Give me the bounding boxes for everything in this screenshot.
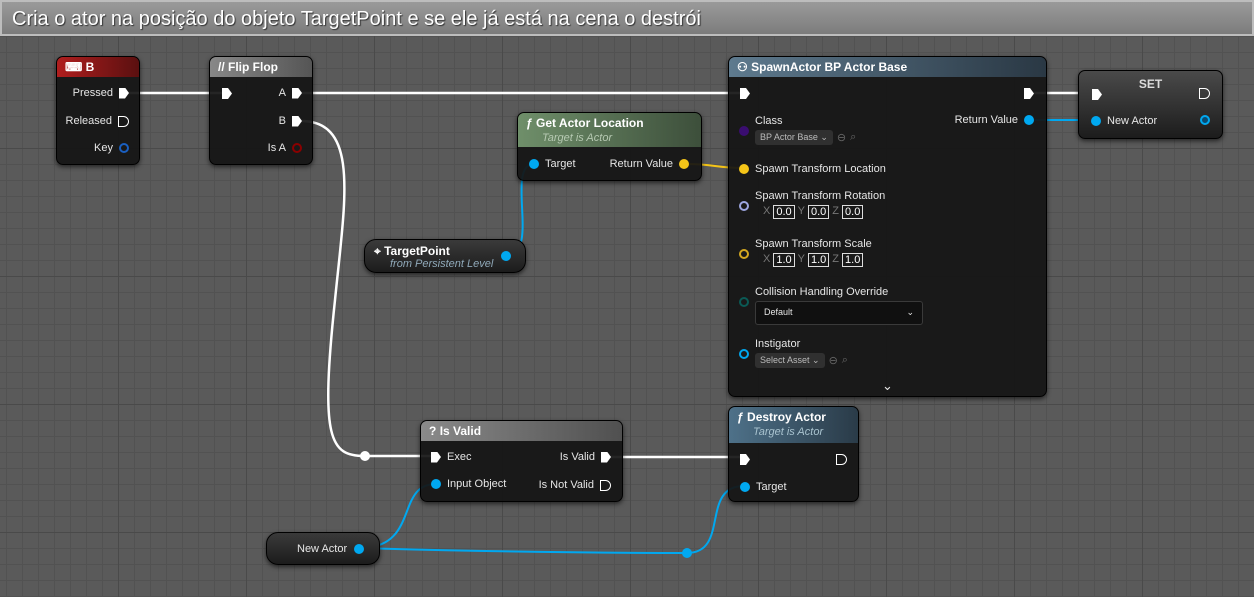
destroy-actor-node[interactable]: ƒ Destroy Actor Target is Actor Target: [728, 406, 859, 502]
new-actor-get-node[interactable]: New Actor: [266, 532, 380, 565]
spawn-icon: ⚇: [737, 60, 748, 74]
reroute-exec: [360, 451, 370, 461]
pin-label: Is Valid: [559, 451, 595, 463]
exec-pin-in[interactable]: [740, 88, 750, 99]
pin-label: A: [278, 87, 286, 99]
pin-label: Return Value: [609, 158, 673, 170]
pin-label: New Actor: [1107, 115, 1158, 127]
wires: [127, 91, 1093, 558]
pin-label: Target: [756, 481, 787, 493]
collision-dropdown[interactable]: Default ⌄: [755, 301, 923, 325]
target-point-reference[interactable]: ⌖ TargetPoint from Persistent Level: [364, 239, 526, 273]
pin-label: B: [278, 115, 286, 127]
pin-label: Collision Handling Override: [755, 286, 889, 298]
target-pin[interactable]: [740, 482, 750, 492]
instigator-dropdown[interactable]: Select Asset ⌄: [755, 353, 825, 368]
rotation-x-input[interactable]: 0.0: [773, 205, 795, 219]
exec-pin-in[interactable]: [431, 451, 441, 463]
class-pin[interactable]: [739, 126, 749, 136]
node-title: B: [85, 60, 95, 74]
location-pin[interactable]: [739, 164, 749, 174]
target-pin[interactable]: [529, 159, 539, 169]
flipflop-icon: //: [218, 60, 225, 74]
exec-pin-released[interactable]: [118, 115, 129, 127]
key-b-node[interactable]: ⌨ B Pressed Released Key: [56, 56, 140, 165]
pin-label: Key: [94, 142, 113, 154]
node-title: New Actor: [297, 543, 348, 555]
scale-y-input[interactable]: 1.0: [807, 253, 830, 267]
pin-label: Target: [545, 158, 576, 170]
pin-label: Spawn Transform Location: [755, 163, 886, 175]
get-actor-location-node[interactable]: ƒ Get Actor Location Target is Actor Targ…: [517, 112, 702, 181]
pin-label: Pressed: [72, 87, 113, 99]
exec-pin-out[interactable]: [836, 454, 847, 465]
keyboard-icon: ⌨: [65, 60, 83, 74]
exec-pin-is-valid[interactable]: [601, 451, 611, 463]
rotation-pin[interactable]: [739, 201, 749, 211]
node-subtitle: Target is Actor: [542, 132, 613, 144]
rotation-z-input[interactable]: 0.0: [842, 205, 864, 219]
return-value-pin[interactable]: [1024, 115, 1034, 125]
key-pin[interactable]: [119, 143, 129, 153]
object-pin[interactable]: [501, 251, 511, 261]
pin-label: Spawn Transform Rotation: [755, 190, 886, 202]
node-title: Get Actor Location: [536, 116, 644, 130]
function-icon: ƒ: [526, 116, 533, 130]
exec-pin-in[interactable]: [222, 88, 232, 99]
scale-pin[interactable]: [739, 249, 749, 259]
node-title: Flip Flop: [228, 60, 279, 74]
node-title: Is Valid: [439, 424, 482, 438]
exec-pin-out[interactable]: [1024, 88, 1034, 99]
class-dropdown[interactable]: BP Actor Base ⌄: [755, 130, 833, 145]
wire-b-isvalid: [300, 119, 432, 458]
scale-z-input[interactable]: 1.0: [842, 253, 864, 267]
pin-label: Exec: [447, 451, 472, 463]
crosshair-icon: ⌖: [374, 244, 381, 258]
collision-pin[interactable]: [739, 297, 749, 307]
function-icon: ƒ: [737, 410, 744, 424]
node-title: SpawnActor BP Actor Base: [751, 60, 908, 74]
scale-x-input[interactable]: 1.0: [773, 253, 795, 267]
browse-icon[interactable]: ⊖: [837, 131, 846, 144]
question-icon: ?: [429, 424, 437, 438]
pin-label: Released: [65, 115, 112, 127]
pin-label: Instigator: [755, 338, 801, 350]
pin-label: Is Not Valid: [538, 479, 594, 491]
new-actor-out-pin[interactable]: [354, 544, 364, 554]
exec-pin-out[interactable]: [1199, 88, 1210, 99]
rotation-y-input[interactable]: 0.0: [807, 205, 830, 219]
new-actor-out-pin[interactable]: [1200, 115, 1210, 125]
pin-label: Input Object: [447, 478, 507, 490]
search-icon[interactable]: ⌕: [850, 131, 856, 144]
bool-pin-is-a[interactable]: [292, 143, 302, 153]
exec-pin-in[interactable]: [740, 454, 750, 465]
pin-label: Spawn Transform Scale: [755, 238, 872, 250]
exec-pin-a[interactable]: [292, 87, 302, 99]
node-title: TargetPoint: [384, 244, 450, 258]
flip-flop-node[interactable]: // Flip Flop A B Is A: [209, 56, 313, 165]
pin-label: Class: [755, 115, 783, 127]
browse-icon[interactable]: ⊖: [829, 354, 838, 367]
node-title: Destroy Actor: [747, 410, 826, 424]
is-valid-node[interactable]: ? Is Valid Exec Input Object Is Valid Is…: [420, 420, 623, 502]
exec-pin-is-not-valid[interactable]: [600, 479, 611, 491]
pin-label: Is A: [267, 142, 286, 154]
exec-pin-pressed[interactable]: [119, 87, 129, 99]
node-subtitle: from Persistent Level: [390, 258, 494, 270]
set-node[interactable]: SET New Actor: [1078, 70, 1223, 139]
spawn-actor-node[interactable]: ⚇ SpawnActor BP Actor Base Class BP Actor…: [728, 56, 1047, 397]
search-icon[interactable]: ⌕: [842, 354, 848, 367]
instigator-pin[interactable]: [739, 349, 749, 359]
reroute-object: [682, 548, 692, 558]
expand-chevron-icon[interactable]: ⌄: [882, 378, 893, 394]
new-actor-in-pin[interactable]: [1091, 116, 1101, 126]
return-value-pin[interactable]: [679, 159, 689, 169]
exec-pin-in[interactable]: [1092, 89, 1102, 100]
exec-pin-b[interactable]: [292, 115, 302, 127]
pin-label: Return Value: [954, 114, 1018, 126]
node-subtitle: Target is Actor: [753, 426, 824, 438]
input-object-pin[interactable]: [431, 479, 441, 489]
